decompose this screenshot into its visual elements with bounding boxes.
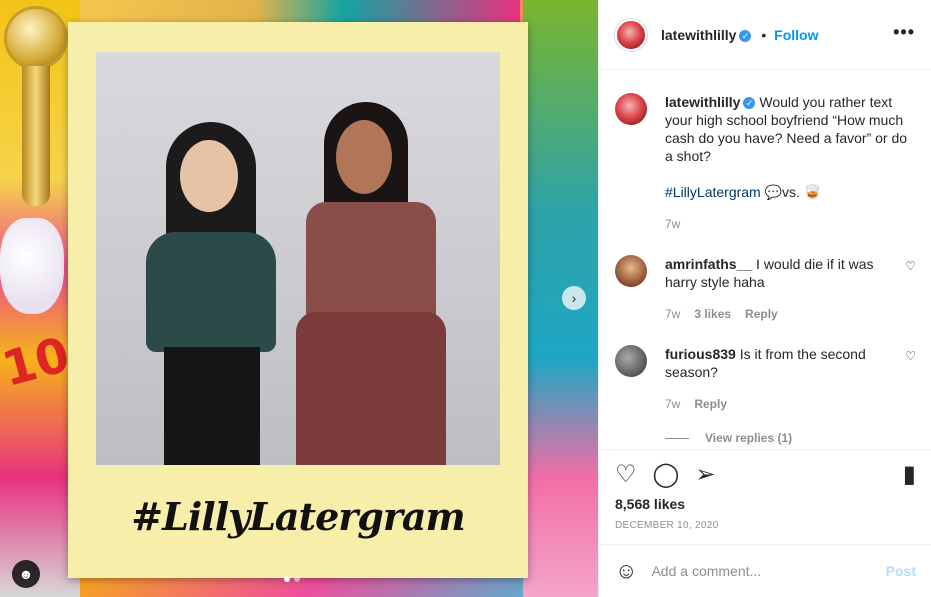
- reply-button[interactable]: Reply: [745, 305, 778, 323]
- comment-avatar[interactable]: [615, 345, 647, 377]
- emoji-icon[interactable]: ☺: [615, 558, 637, 584]
- verified-badge-icon: ✓: [739, 29, 752, 42]
- comment-like-heart-icon[interactable]: ♡: [905, 349, 916, 363]
- follow-button[interactable]: Follow: [774, 27, 818, 43]
- caption-meta: 7w: [665, 215, 910, 233]
- caption-body: latewithlilly ✓ Would you rather text you…: [665, 93, 910, 233]
- caption-hashtag-line: #LillyLatergram 💬vs. 🥃: [665, 183, 910, 201]
- caption-avatar[interactable]: [615, 93, 647, 125]
- carousel-indicator: [284, 576, 300, 582]
- comment-likes[interactable]: 3 likes: [694, 305, 731, 323]
- caption-suffix: 💬vs. 🥃: [764, 184, 822, 200]
- comment-row: furious839 Is it from the second season?…: [615, 345, 916, 413]
- comment-username[interactable]: amrinfaths__: [665, 256, 752, 272]
- header-username[interactable]: latewithlilly: [661, 27, 736, 43]
- likes-count[interactable]: 8,568 likes: [615, 496, 916, 512]
- avatar[interactable]: [615, 18, 647, 51]
- carousel-dot: [294, 576, 300, 582]
- share-icon[interactable]: ➢: [695, 463, 715, 487]
- unicorn-sticker: [0, 218, 64, 314]
- post-side-panel: latewithlilly ✓ • Follow ••• latewithlill…: [598, 0, 931, 597]
- caption-time[interactable]: 7w: [665, 215, 680, 233]
- comment-time[interactable]: 7w: [665, 395, 680, 413]
- post-photo: [96, 52, 500, 465]
- comment-row: amrinfaths__ I would die if it was harry…: [615, 255, 916, 323]
- collage-background-right: [523, 0, 598, 597]
- view-replies-button[interactable]: View replies (1): [665, 431, 916, 445]
- polaroid-frame: #LillyLatergram: [68, 22, 528, 578]
- post-button[interactable]: Post: [886, 563, 916, 579]
- heart-icon[interactable]: ♡: [615, 463, 637, 487]
- post-header: latewithlilly ✓ • Follow •••: [599, 0, 931, 70]
- comment-input[interactable]: Add a comment...: [651, 563, 885, 579]
- view-replies-label[interactable]: View replies (1): [705, 431, 792, 445]
- add-comment-bar: ☺ Add a comment... Post: [599, 544, 931, 597]
- bookmark-icon[interactable]: ▮: [903, 463, 916, 487]
- comment-body: furious839 Is it from the second season?…: [665, 345, 885, 413]
- user-tag-icon[interactable]: ☻: [12, 560, 40, 588]
- view-replies-line: [665, 437, 689, 439]
- post-media[interactable]: 100 #LillyLatergram › ☻: [0, 0, 598, 597]
- collage-background-top: [80, 0, 520, 22]
- header-separator: •: [761, 26, 767, 43]
- comment-like-heart-icon[interactable]: ♡: [905, 259, 916, 273]
- comment-icon[interactable]: ◯: [653, 463, 680, 487]
- person-left: [146, 122, 276, 465]
- comment-username[interactable]: furious839: [665, 346, 736, 362]
- verified-badge-icon: ✓: [743, 97, 756, 110]
- post-actions: ♡ ◯ ➢ ▮ 8,568 likes DECEMBER 10, 2020: [599, 449, 931, 531]
- microphone-sticker: [4, 6, 68, 206]
- comment-time[interactable]: 7w: [665, 305, 680, 323]
- caption-row: latewithlilly ✓ Would you rather text you…: [615, 93, 916, 233]
- chevron-right-icon[interactable]: ›: [562, 286, 586, 310]
- comment-avatar[interactable]: [615, 255, 647, 287]
- comment-meta: 7w 3 likes Reply: [665, 305, 885, 323]
- caption-hashtag[interactable]: #LillyLatergram: [665, 184, 761, 200]
- caption-username[interactable]: latewithlilly: [665, 94, 740, 110]
- action-icons: ♡ ◯ ➢ ▮: [615, 460, 916, 490]
- person-right: [296, 102, 446, 465]
- carousel-dot-active: [284, 576, 290, 582]
- post-date[interactable]: DECEMBER 10, 2020: [615, 520, 916, 531]
- reply-button[interactable]: Reply: [694, 395, 727, 413]
- comment-meta: 7w Reply: [665, 395, 885, 413]
- comment-body: amrinfaths__ I would die if it was harry…: [665, 255, 885, 323]
- polaroid-caption: #LillyLatergram: [131, 494, 465, 539]
- more-options-icon[interactable]: •••: [893, 22, 915, 43]
- comments-list[interactable]: latewithlilly ✓ Would you rather text you…: [599, 71, 931, 449]
